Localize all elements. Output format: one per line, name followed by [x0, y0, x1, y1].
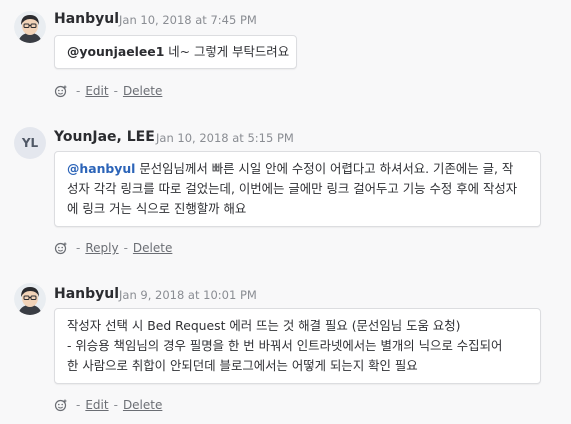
comment-body: 작성자 선택 시 Bed Request 에러 뜨는 것 해결 필요 (문선임님… — [54, 308, 541, 384]
separator: - — [76, 241, 81, 255]
comment-timestamp[interactable]: Jan 9, 2018 at 10:01 PM — [119, 288, 257, 302]
comment-body: @younjaelee1 네~ 그렇게 부탁드려요 — [54, 35, 297, 69]
separator: - — [113, 84, 118, 98]
reply-link[interactable]: Reply — [85, 241, 118, 255]
comment-text: 문선임님께서 빠른 시일 안에 수정이 어렵다고 하셔서요. 기존에는 글, 작 — [135, 161, 514, 176]
avatar[interactable] — [14, 11, 46, 43]
comment-text: 네~ 그렇게 부탁드려요 — [164, 44, 290, 59]
separator: - — [76, 84, 81, 98]
comment-line: @hanbyul 문선임님께서 빠른 시일 안에 수정이 어렵다고 하셔서요. … — [67, 159, 528, 179]
edit-link[interactable]: Edit — [85, 398, 108, 412]
comment-line: - 위승용 책임님의 경우 필명을 한 번 바꿔서 인트라넷에서는 별개의 닉으… — [67, 338, 503, 353]
comment-body: @hanbyul 문선임님께서 빠른 시일 안에 수정이 어렵다고 하셔서요. … — [54, 151, 541, 227]
comment-line: 에 링크 거는 식으로 진행할까 해요 — [67, 201, 247, 216]
comment-timestamp[interactable]: Jan 10, 2018 at 5:15 PM — [156, 131, 294, 145]
separator: - — [76, 398, 81, 412]
comment-timestamp[interactable]: Jan 10, 2018 at 7:45 PM — [119, 13, 257, 27]
comment-actions: - Reply - Delete — [54, 241, 172, 255]
comment-line: 성자 각각 링크를 따로 걸었는데, 이번에는 글에만 링크 걸어두고 기능 수… — [67, 181, 518, 196]
separator: - — [113, 398, 118, 412]
avatar[interactable] — [14, 283, 46, 315]
comment-actions: - Edit - Delete — [54, 398, 162, 412]
comment-line: 작성자 선택 시 Bed Request 에러 뜨는 것 해결 필요 (문선임님… — [67, 318, 461, 333]
delete-link[interactable]: Delete — [133, 241, 172, 255]
avatar[interactable]: YL — [14, 127, 46, 159]
add-reaction-icon[interactable] — [54, 241, 68, 255]
edit-link[interactable]: Edit — [85, 84, 108, 98]
add-reaction-icon[interactable] — [54, 398, 68, 412]
comment-line: 한 사람으로 취합이 안되던데 블로그에서는 어떻게 되는지 확인 필요 — [67, 358, 418, 373]
comment-author[interactable]: Hanbyul — [54, 11, 119, 27]
mention-link[interactable]: @younjaelee1 — [67, 44, 164, 59]
delete-link[interactable]: Delete — [123, 398, 162, 412]
add-reaction-icon[interactable] — [54, 84, 68, 98]
comment-line: @younjaelee1 네~ 그렇게 부탁드려요 — [67, 42, 289, 62]
delete-link[interactable]: Delete — [123, 84, 162, 98]
comment-author[interactable]: Hanbyul — [54, 286, 119, 302]
mention-link[interactable]: @hanbyul — [67, 161, 135, 176]
comment-actions: - Edit - Delete — [54, 84, 162, 98]
comment-author[interactable]: YounJae, LEE — [54, 129, 155, 145]
separator: - — [123, 241, 128, 255]
